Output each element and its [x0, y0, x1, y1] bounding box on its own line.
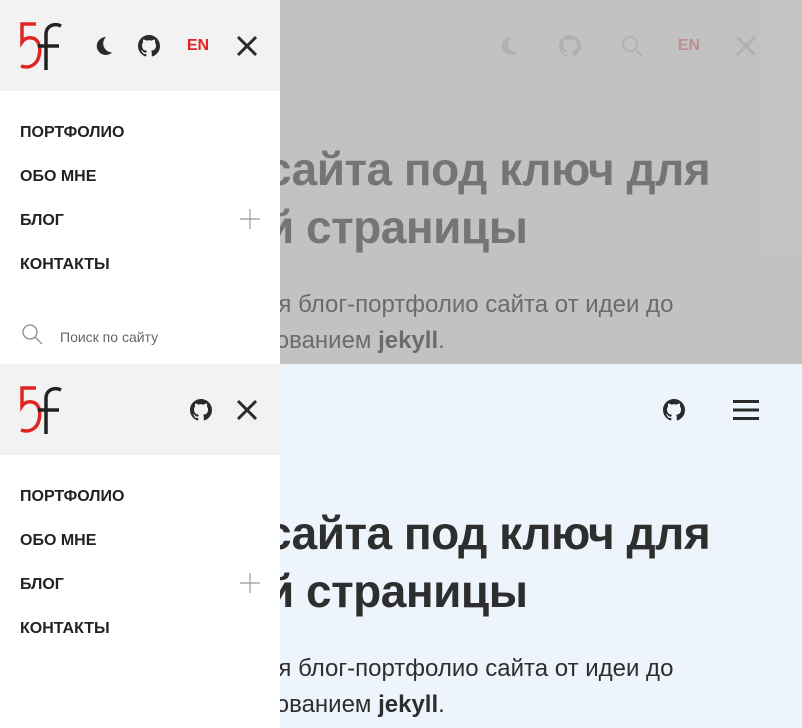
- hero-title-line-2: й страницы: [266, 565, 528, 617]
- moon-icon[interactable]: [90, 30, 116, 62]
- bottom-view: сайта под ключ для й страницы ия блог-по…: [0, 364, 802, 728]
- menu-nav: ПОРТФОЛИО ОБО МНЕ БЛОГ КОНТАКТЫ: [0, 455, 280, 651]
- search-icon: [20, 322, 44, 351]
- hero-title-line-1: сайта под ключ для: [266, 507, 711, 559]
- side-menu: EN ПОРТФОЛИО ОБО МНЕ БЛОГ КОНТАКТЫ: [0, 0, 280, 364]
- menu-nav: ПОРТФОЛИО ОБО МНЕ БЛОГ КОНТАКТЫ: [0, 91, 280, 287]
- close-icon[interactable]: [234, 30, 260, 62]
- plus-icon[interactable]: [240, 572, 260, 598]
- menu-item-blog[interactable]: БЛОГ: [0, 563, 280, 607]
- menu-item-portfolio[interactable]: ПОРТФОЛИО: [0, 111, 280, 155]
- menu-item-about[interactable]: ОБО МНЕ: [0, 155, 280, 199]
- menu-item-about[interactable]: ОБО МНЕ: [0, 519, 280, 563]
- github-icon[interactable]: [188, 394, 214, 426]
- language-switch[interactable]: EN: [182, 30, 214, 62]
- menu-item-blog[interactable]: БЛОГ: [0, 199, 280, 243]
- search-input[interactable]: [60, 328, 240, 345]
- plus-icon[interactable]: [240, 208, 260, 234]
- search-field: [20, 309, 260, 364]
- hero-subtitle-line-1: ия блог-портфолио сайта от идеи до: [265, 655, 674, 682]
- menu-header: [0, 364, 280, 455]
- github-icon[interactable]: [136, 30, 162, 62]
- menu-item-portfolio[interactable]: ПОРТФОЛИО: [0, 475, 280, 519]
- 5f-logo[interactable]: [19, 20, 63, 72]
- 5f-logo[interactable]: [19, 384, 63, 436]
- top-view: EN сайта под ключ для й страницы ия блог…: [0, 0, 802, 364]
- close-icon[interactable]: [234, 394, 260, 426]
- menu-header: EN: [0, 0, 280, 91]
- menu-item-contacts[interactable]: КОНТАКТЫ: [0, 607, 280, 651]
- github-icon[interactable]: [658, 394, 690, 426]
- menu-item-contacts[interactable]: КОНТАКТЫ: [0, 243, 280, 287]
- hamburger-menu-icon[interactable]: [730, 394, 762, 426]
- hero-subtitle-line-2: зованием jekyll.: [265, 691, 445, 718]
- side-menu: ПОРТФОЛИО ОБО МНЕ БЛОГ КОНТАКТЫ: [0, 364, 280, 728]
